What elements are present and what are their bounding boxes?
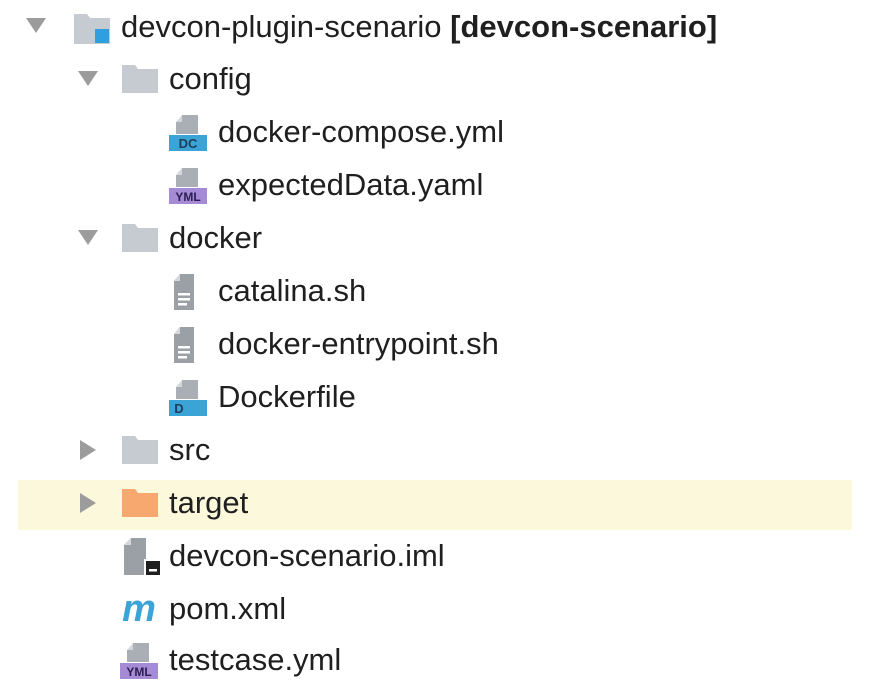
iml-file-icon <box>122 537 162 577</box>
badge-text: D <box>174 401 183 416</box>
root-name: devcon-plugin-scenario <box>121 9 442 44</box>
tree-row-root[interactable]: devcon-plugin-scenario [devcon-scenario] <box>0 0 869 53</box>
text-file-icon <box>172 326 200 364</box>
excluded-folder-icon <box>121 487 159 519</box>
badge-text: YML <box>126 665 151 679</box>
tree-row-iml[interactable]: devcon-scenario.iml <box>0 530 869 583</box>
tree-row-pom[interactable]: m pom.xml <box>0 583 869 636</box>
item-label: config <box>169 61 252 96</box>
folder-icon <box>121 434 159 466</box>
docker-compose-file-icon: DC <box>168 114 208 152</box>
folder-icon <box>121 222 159 254</box>
root-label: devcon-plugin-scenario [devcon-scenario] <box>121 9 717 45</box>
item-label: target <box>169 485 249 520</box>
yaml-file-icon: YML <box>119 642 159 680</box>
text-file-icon <box>172 273 200 311</box>
item-label: src <box>169 432 211 467</box>
tree-row-docker-entrypoint[interactable]: docker-entrypoint.sh <box>0 318 869 371</box>
module-name: [devcon-scenario] <box>450 9 718 44</box>
badge-text: YML <box>175 190 200 204</box>
tree-row-docker-compose[interactable]: DC docker-compose.yml <box>0 106 869 159</box>
item-label: expectedData.yaml <box>218 167 484 202</box>
item-label: catalina.sh <box>218 273 367 308</box>
tree-row-expected-data[interactable]: YML expectedData.yaml <box>0 159 869 212</box>
folder-icon <box>121 63 159 95</box>
tree-row-testcase[interactable]: YML testcase.yml <box>0 636 869 689</box>
tree-row-docker[interactable]: docker <box>0 212 869 265</box>
item-label: docker <box>169 220 263 255</box>
tree-row-catalina[interactable]: catalina.sh <box>0 265 869 318</box>
badge-text: m <box>122 590 156 628</box>
collapse-arrow-icon[interactable] <box>77 492 99 514</box>
yaml-file-icon: YML <box>168 167 208 205</box>
tree-row-config[interactable]: config <box>0 53 869 106</box>
item-label: docker-entrypoint.sh <box>218 326 499 361</box>
item-label: pom.xml <box>169 591 287 626</box>
item-label: Dockerfile <box>218 379 356 414</box>
collapse-arrow-icon[interactable] <box>77 439 99 461</box>
tree-row-src[interactable]: src <box>0 424 869 477</box>
badge-text: DC <box>179 136 198 151</box>
maven-icon: m <box>118 590 162 628</box>
expand-arrow-icon[interactable] <box>77 67 99 89</box>
tree-row-target[interactable]: target <box>0 477 869 530</box>
dockerfile-icon: D <box>168 379 208 417</box>
expand-arrow-icon[interactable] <box>77 226 99 248</box>
item-label: testcase.yml <box>169 642 342 677</box>
item-label: docker-compose.yml <box>218 114 504 149</box>
tree-row-dockerfile[interactable]: D Dockerfile <box>0 371 869 424</box>
project-tree: devcon-plugin-scenario [devcon-scenario]… <box>0 0 869 682</box>
module-folder-icon <box>73 11 111 45</box>
item-label: devcon-scenario.iml <box>169 538 445 573</box>
expand-arrow-icon[interactable] <box>25 14 47 36</box>
